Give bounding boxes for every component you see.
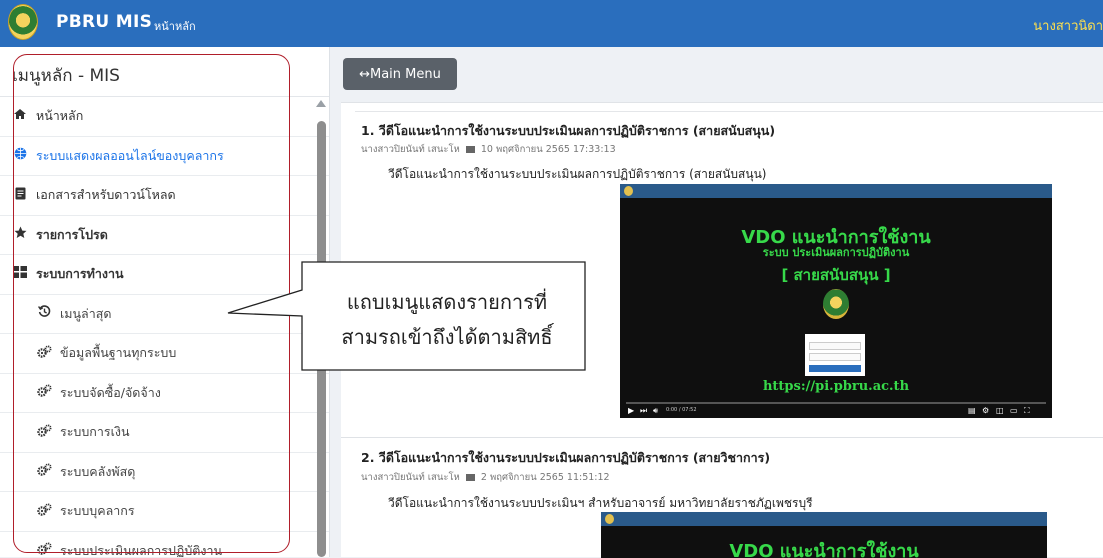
- post-divider: [355, 111, 1103, 112]
- cogs-icon: [36, 463, 52, 480]
- calendar-icon: [465, 474, 475, 481]
- video-login-field: [809, 342, 861, 350]
- sidebar-item-online-profile[interactable]: ระบบแสดงผลออนไลน์ของบุคลากร: [0, 137, 329, 176]
- sidebar: เมนูหลัก - MIS หน้าหลัก ระบบแสดงผลออนไลน…: [0, 47, 330, 557]
- callout-text: แถบเมนูแสดงรายการที่ สามรถเข้าถึงได้ตามส…: [308, 285, 586, 355]
- sidebar-item-inventory[interactable]: ระบบคลังพัสดุ: [0, 453, 329, 492]
- sidebar-item-personnel[interactable]: ระบบบุคลากร: [0, 492, 329, 532]
- video-title: VDO แนะนำการใช้งาน: [729, 541, 919, 558]
- post-author: นางสาวปิยนันท์ เสนะโห: [361, 472, 460, 483]
- post-item: 2. วีดีโอแนะนำการใช้งานระบบประเมินผลการป…: [341, 438, 1103, 558]
- video-embedded-navbar: [620, 184, 1052, 198]
- main-menu-toggle-button[interactable]: ↔Main Menu: [343, 58, 457, 90]
- video-url: https://pi.pbru.ac.th: [762, 379, 910, 394]
- sidebar-item-label: ระบบคลังพัสดุ: [60, 463, 136, 479]
- sidebar-item-performance-evaluation[interactable]: ระบบประเมินผลการปฏิบัติงาน: [0, 532, 329, 557]
- document-icon: [12, 187, 28, 204]
- sidebar-item-label: ระบบบุคลากร: [60, 503, 135, 519]
- sidebar-item-label: ระบบประเมินผลการปฏิบัติงาน: [60, 542, 223, 557]
- post-date: 10 พฤศจิกายน 2565 17:33:13: [480, 144, 616, 155]
- grid-icon: [12, 266, 28, 282]
- cogs-icon: [36, 503, 52, 520]
- sidebar-item-label: ระบบการทำงาน: [36, 266, 124, 282]
- miniplayer-icon[interactable]: ◫: [996, 406, 1004, 415]
- sidebar-title: เมนูหลัก - MIS: [0, 47, 329, 97]
- theater-icon[interactable]: ▭: [1010, 406, 1018, 415]
- sidebar-item-favorites[interactable]: รายการโปรด: [0, 216, 329, 255]
- sidebar-item-label: หน้าหลัก: [36, 108, 84, 124]
- scroll-up-arrow[interactable]: [316, 100, 326, 107]
- post-author: นางสาวปิยนันท์ เสนะโห: [361, 144, 460, 155]
- sidebar-item-label: เมนูล่าสุด: [60, 305, 112, 321]
- video-player[interactable]: VDO แนะนำการใช้งาน ระบบ ประเมินผลการปฏิบ…: [620, 184, 1052, 418]
- sidebar-item-label: รายการโปรด: [36, 226, 108, 242]
- post-title[interactable]: 2. วีดีโอแนะนำการใช้งานระบบประเมินผลการป…: [361, 448, 770, 468]
- cogs-icon: [36, 345, 52, 362]
- video-controls[interactable]: ▶ ⏭ 🔊︎ 0:00 / 07:52 ▤ ⚙ ◫ ▭ ⛶: [620, 402, 1052, 418]
- sidebar-item-base-data[interactable]: ข้อมูลพื้นฐานทุกระบบ: [0, 334, 329, 374]
- home-link[interactable]: หน้าหลัก: [154, 17, 196, 35]
- video-tag: [ สายสนับสนุน ]: [781, 266, 891, 284]
- subtitles-icon[interactable]: ▤: [968, 406, 976, 415]
- post-item: 1. วีดีโอแนะนำการใช้งานระบบประเมินผลการป…: [341, 103, 1103, 433]
- video-subtitle: ระบบ ประเมินผลการปฏิบัติงาน: [762, 246, 910, 259]
- sidebar-item-procurement[interactable]: ระบบจัดซื้อ/จัดจ้าง: [0, 374, 329, 413]
- sidebar-item-label: เอกสารสำหรับดาวน์โหลด: [36, 187, 176, 203]
- cogs-icon: [36, 542, 52, 557]
- top-navbar: PBRU MIS หน้าหลัก นางสาวนิดา: [0, 0, 1103, 47]
- sidebar-item-home[interactable]: หน้าหลัก: [0, 97, 329, 137]
- app-title[interactable]: PBRU MIS: [56, 12, 152, 32]
- video-embedded-navbar: [601, 512, 1047, 526]
- fullscreen-icon[interactable]: ⛶: [1024, 406, 1030, 416]
- callout-line: แถบเมนูแสดงรายการที่: [346, 290, 548, 314]
- sidebar-item-label: ระบบแสดงผลออนไลน์ของบุคลากร: [36, 147, 224, 163]
- play-icon[interactable]: ▶: [628, 406, 634, 415]
- callout-line: สามรถเข้าถึงได้ตามสิทธิ์: [341, 325, 553, 349]
- volume-icon[interactable]: 🔊︎: [653, 406, 658, 416]
- sidebar-item-label: ระบบการเงิน: [60, 424, 130, 440]
- sidebar-item-recent-menu[interactable]: เมนูล่าสุด: [0, 295, 329, 334]
- video-progress-bar[interactable]: [626, 402, 1046, 404]
- video-time: 0:00 / 07:52: [666, 407, 697, 413]
- sidebar-item-work-systems[interactable]: ระบบการทำงาน: [0, 255, 329, 295]
- video-login-field: [809, 353, 861, 361]
- home-icon: [12, 108, 28, 124]
- sidebar-item-label: ระบบจัดซื้อ/จัดจ้าง: [60, 384, 161, 400]
- post-meta: นางสาวปิยนันท์ เสนะโห 2 พฤศจิกายน 2565 1…: [361, 470, 610, 485]
- video-login-box: [805, 334, 865, 376]
- video-logo: [624, 186, 633, 196]
- sidebar-item-label: ข้อมูลพื้นฐานทุกระบบ: [60, 345, 177, 361]
- user-name[interactable]: นางสาวนิดา: [1033, 15, 1103, 36]
- sidebar-item-finance[interactable]: ระบบการเงิน: [0, 413, 329, 453]
- cogs-icon: [36, 384, 52, 401]
- video-login-button: [809, 365, 861, 372]
- video-player[interactable]: VDO แนะนำการใช้งาน: [601, 512, 1047, 558]
- post-date: 2 พฤศจิกายน 2565 11:51:12: [480, 472, 610, 483]
- calendar-icon: [465, 146, 475, 153]
- settings-icon[interactable]: ⚙: [982, 406, 989, 415]
- globe-icon: [12, 147, 28, 164]
- sidebar-item-downloads[interactable]: เอกสารสำหรับดาวน์โหลด: [0, 176, 329, 216]
- university-logo[interactable]: [8, 4, 38, 40]
- post-description: วีดีโอแนะนำการใช้งานระบบประเมินผลการปฏิบ…: [388, 167, 767, 181]
- video-seal-logo: [823, 289, 849, 319]
- history-icon: [36, 305, 52, 322]
- post-title[interactable]: 1. วีดีโอแนะนำการใช้งานระบบประเมินผลการป…: [361, 121, 775, 141]
- post-description: วีดีโอแนะนำการใช้งานระบบประเมินฯ สำหรับอ…: [388, 496, 813, 510]
- star-icon: [12, 226, 28, 243]
- cogs-icon: [36, 424, 52, 441]
- post-meta: นางสาวปิยนันท์ เสนะโห 10 พฤศจิกายน 2565 …: [361, 142, 616, 157]
- next-icon[interactable]: ⏭: [640, 406, 647, 416]
- video-logo: [605, 514, 614, 524]
